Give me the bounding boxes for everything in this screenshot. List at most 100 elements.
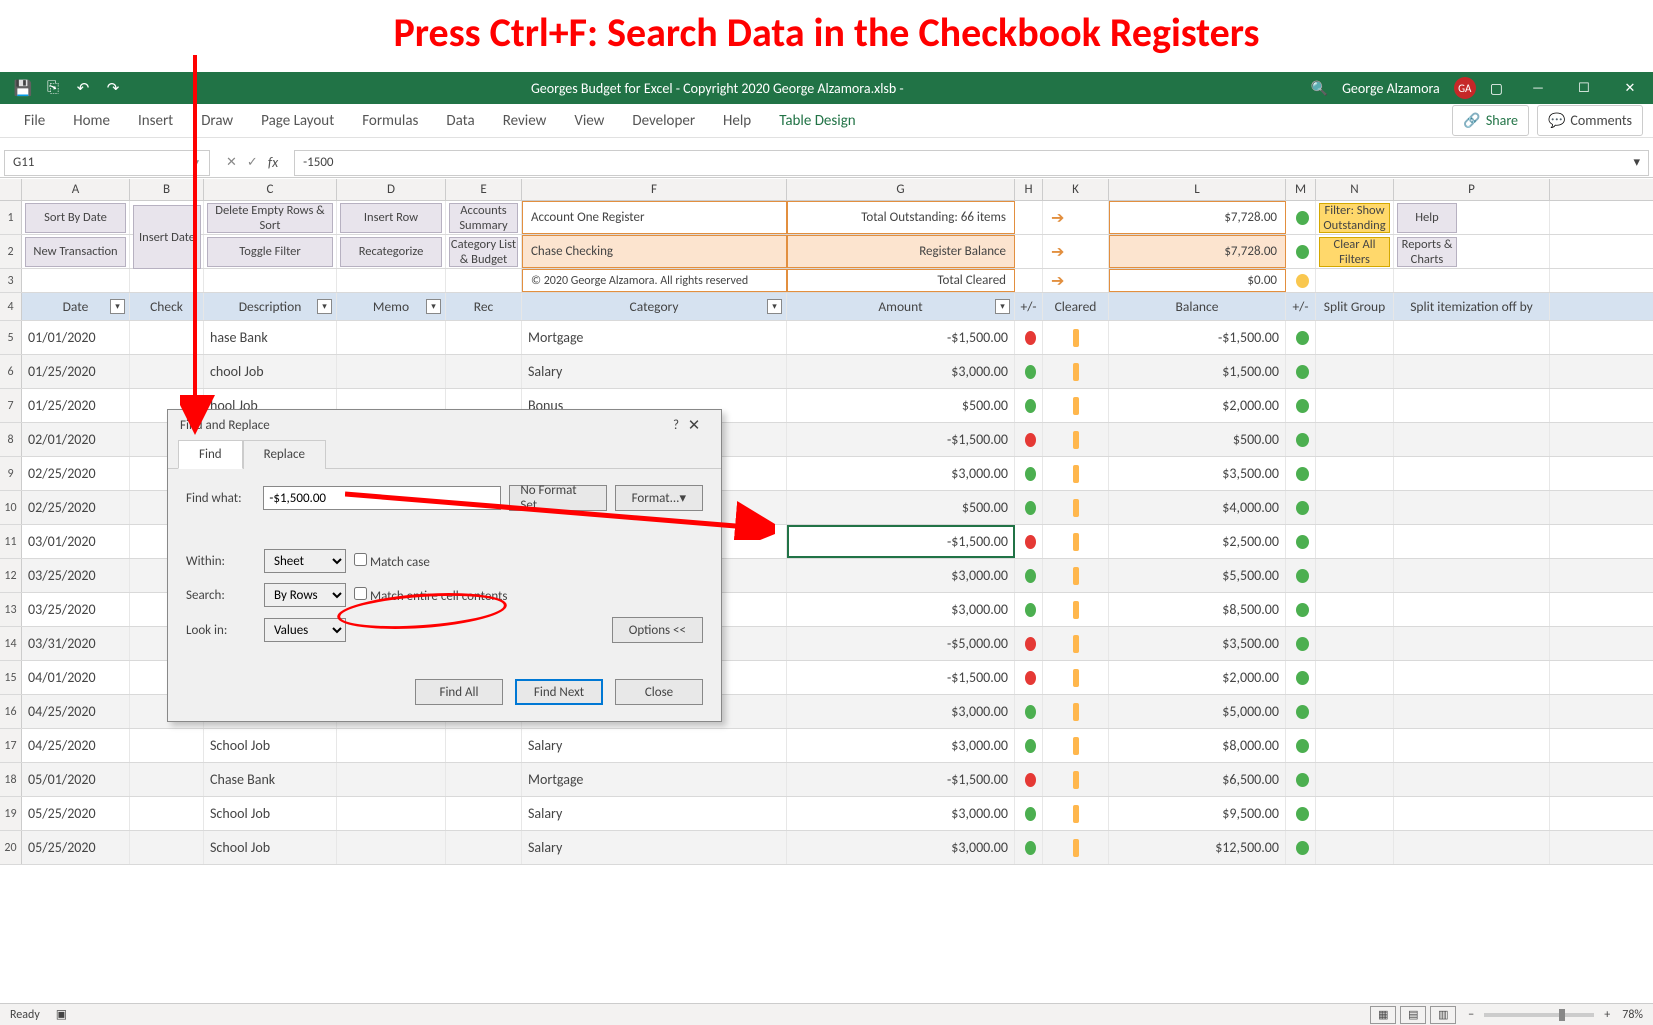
cell-balance[interactable]: $8,500.00 [1109, 593, 1286, 626]
name-box[interactable]: G11▼ [4, 150, 210, 176]
col-header-n[interactable]: N [1316, 179, 1394, 200]
col-header-b[interactable]: B [130, 179, 204, 200]
cell-amount[interactable]: -$5,000.00 [787, 627, 1015, 660]
maximize-button[interactable]: ☐ [1561, 72, 1607, 104]
cell-cleared[interactable] [1043, 525, 1109, 558]
formula-bar[interactable]: -1500▾ [294, 150, 1649, 176]
row-header[interactable]: 18 [0, 763, 22, 796]
cell-description[interactable]: School Job [204, 831, 337, 864]
cell-date[interactable]: 03/25/2020 [22, 559, 130, 592]
cell-cleared[interactable] [1043, 763, 1109, 796]
cell-balance[interactable]: $3,500.00 [1109, 627, 1286, 660]
cell-pm[interactable] [1015, 763, 1043, 796]
cell-amount[interactable]: $500.00 [787, 491, 1015, 524]
cell-split-group[interactable] [1316, 389, 1394, 422]
col-header-d[interactable]: D [337, 179, 446, 200]
cell-check[interactable] [130, 729, 204, 762]
cell-split-item[interactable] [1394, 627, 1550, 660]
cell-balance[interactable]: $2,500.00 [1109, 525, 1286, 558]
cell-date[interactable]: 01/25/2020 [22, 355, 130, 388]
cell-cleared[interactable] [1043, 355, 1109, 388]
cell-cleared[interactable] [1043, 729, 1109, 762]
row-header[interactable]: 16 [0, 695, 22, 728]
cell-split-group[interactable] [1316, 831, 1394, 864]
cell-amount[interactable]: $3,000.00 [787, 797, 1015, 830]
cell-description[interactable]: School Job [204, 797, 337, 830]
cell-check[interactable] [130, 355, 204, 388]
cell-check[interactable] [130, 831, 204, 864]
cell-split-item[interactable] [1394, 525, 1550, 558]
cell-date[interactable]: 04/01/2020 [22, 661, 130, 694]
close-button[interactable]: ✕ [1607, 72, 1653, 104]
col-header-a[interactable]: A [22, 179, 130, 200]
cell-balance[interactable]: $12,500.00 [1109, 831, 1286, 864]
cell-check[interactable] [130, 797, 204, 830]
cell-rec[interactable] [446, 321, 522, 354]
row-header[interactable]: 13 [0, 593, 22, 626]
cell-description[interactable]: School Job [204, 729, 337, 762]
col-header-g[interactable]: G [787, 179, 1015, 200]
row-header[interactable]: 11 [0, 525, 22, 558]
cell-split-item[interactable] [1394, 729, 1550, 762]
look-in-select[interactable]: Values [264, 618, 346, 642]
cell-category[interactable]: Salary [522, 831, 787, 864]
cell-pm2[interactable] [1286, 661, 1316, 694]
cell-split-item[interactable] [1394, 423, 1550, 456]
cell-pm2[interactable] [1286, 763, 1316, 796]
tab-review[interactable]: Review [489, 104, 561, 138]
cell-split-group[interactable] [1316, 661, 1394, 694]
cell-pm[interactable] [1015, 423, 1043, 456]
cell-date[interactable]: 04/25/2020 [22, 729, 130, 762]
cell-rec[interactable] [446, 763, 522, 796]
autosave-icon[interactable]: ⎘ [44, 79, 62, 97]
cell-pm[interactable] [1015, 457, 1043, 490]
row-header[interactable]: 10 [0, 491, 22, 524]
filter-dropdown-icon[interactable]: ▾ [995, 299, 1010, 314]
cell-cleared[interactable] [1043, 423, 1109, 456]
cell-memo[interactable] [337, 321, 446, 354]
cell-pm[interactable] [1015, 797, 1043, 830]
view-normal-icon[interactable]: ▦ [1370, 1006, 1396, 1024]
cell-split-group[interactable] [1316, 593, 1394, 626]
redo-icon[interactable]: ↷ [104, 79, 122, 97]
cell-split-group[interactable] [1316, 627, 1394, 660]
cell-memo[interactable] [337, 763, 446, 796]
filter-dropdown-icon[interactable]: ▾ [426, 299, 441, 314]
cell-split-item[interactable] [1394, 559, 1550, 592]
cell-pm[interactable] [1015, 627, 1043, 660]
cell-split-item[interactable] [1394, 695, 1550, 728]
cell-pm2[interactable] [1286, 593, 1316, 626]
cell-date[interactable]: 04/25/2020 [22, 695, 130, 728]
cell-cleared[interactable] [1043, 627, 1109, 660]
view-page-layout-icon[interactable]: ▤ [1400, 1006, 1426, 1024]
row-header[interactable]: 3 [0, 269, 22, 292]
cell-pm[interactable] [1015, 559, 1043, 592]
row-header[interactable]: 6 [0, 355, 22, 388]
fx-icon[interactable]: fx [268, 154, 278, 171]
cell-description[interactable]: chool Job [204, 355, 337, 388]
cell-memo[interactable] [337, 355, 446, 388]
cell-description[interactable]: Chase Bank [204, 763, 337, 796]
cell-balance[interactable]: $500.00 [1109, 423, 1286, 456]
cell-pm2[interactable] [1286, 729, 1316, 762]
cell-pm2[interactable] [1286, 355, 1316, 388]
header-cleared[interactable]: Cleared [1043, 293, 1109, 320]
cell-rec[interactable] [446, 729, 522, 762]
tab-data[interactable]: Data [432, 104, 488, 138]
cell-cleared[interactable] [1043, 559, 1109, 592]
cell-pm2[interactable] [1286, 797, 1316, 830]
cell-split-group[interactable] [1316, 457, 1394, 490]
cell-pm2[interactable] [1286, 491, 1316, 524]
cell-split-group[interactable] [1316, 355, 1394, 388]
cell-balance[interactable]: $8,000.00 [1109, 729, 1286, 762]
close-icon[interactable]: ✕ [679, 416, 709, 435]
cell-amount[interactable]: -$1,500.00 [787, 763, 1015, 796]
minimize-button[interactable]: — [1515, 72, 1561, 104]
cell-rec[interactable] [446, 355, 522, 388]
close-button[interactable]: Close [615, 679, 703, 705]
cell-balance[interactable]: -$1,500.00 [1109, 321, 1286, 354]
comments-button[interactable]: 💬Comments [1537, 105, 1643, 136]
row-header[interactable]: 14 [0, 627, 22, 660]
row-header[interactable]: 4 [0, 293, 22, 320]
select-all-corner[interactable] [0, 179, 22, 200]
